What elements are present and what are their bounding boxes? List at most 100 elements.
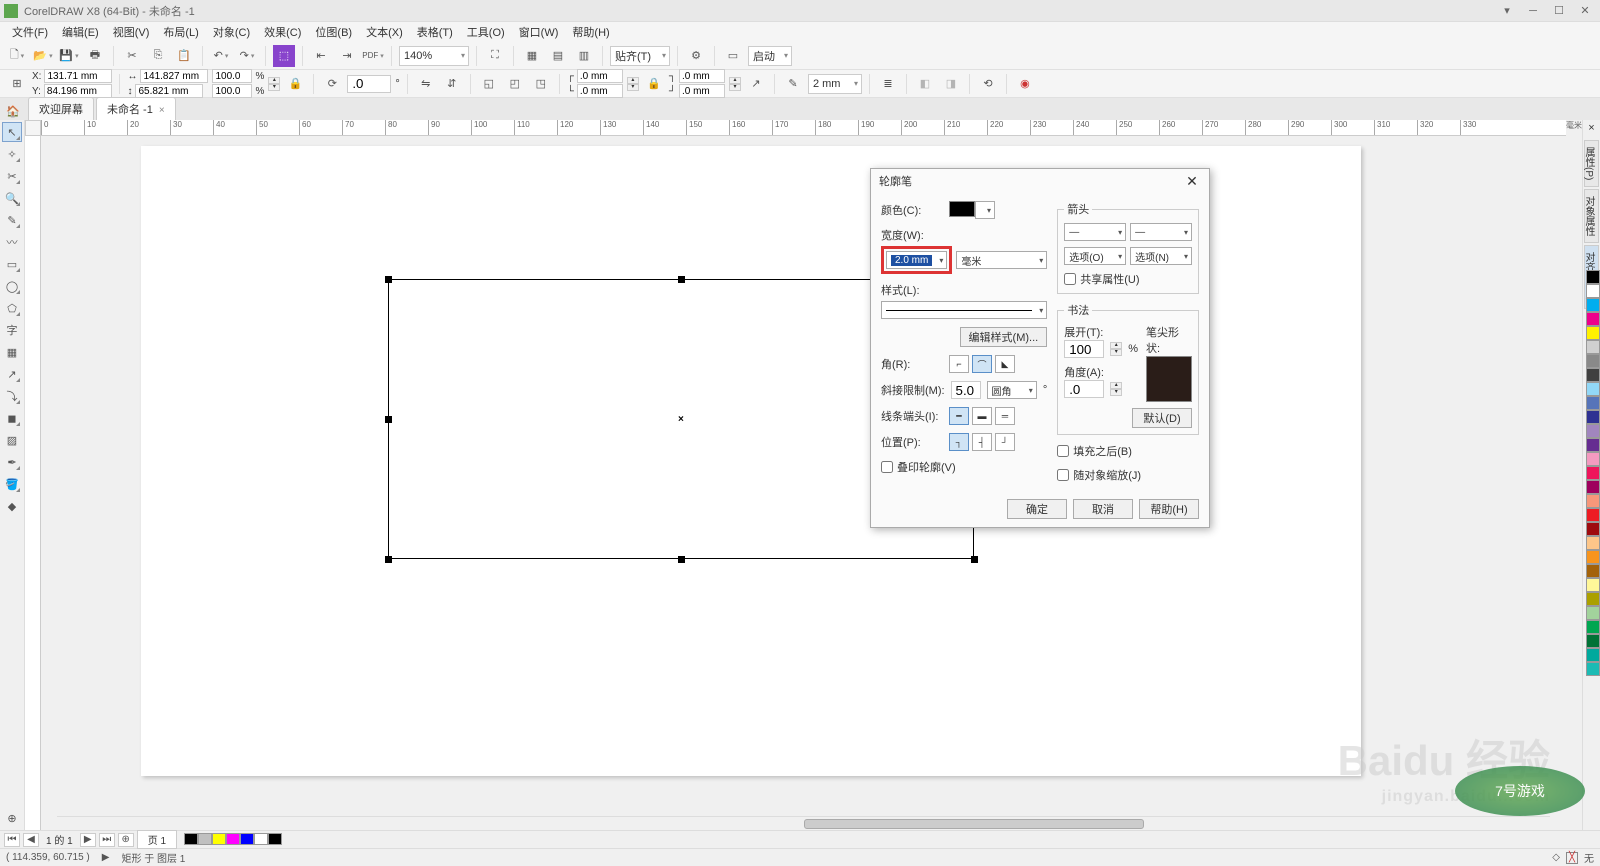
color-swatch[interactable]: [1586, 424, 1600, 438]
close-tab-icon[interactable]: ×: [159, 105, 165, 116]
handle-bm[interactable]: [678, 556, 685, 563]
rulers-button[interactable]: ▦: [521, 45, 543, 67]
mini-swatch[interactable]: [198, 833, 212, 845]
home-icon[interactable]: 🏠: [4, 102, 22, 120]
color-swatch[interactable]: [1586, 298, 1600, 312]
corner-round-button[interactable]: ◱: [478, 73, 500, 95]
dropdown-icon[interactable]: ▾: [1496, 3, 1518, 19]
canvas[interactable]: ×: [41, 136, 1566, 830]
corner-miter-button[interactable]: ⌐: [949, 355, 969, 373]
color-swatch[interactable]: [1586, 396, 1600, 410]
menu-bitmaps[interactable]: 位图(B): [309, 22, 358, 42]
page-first-button[interactable]: ⏮: [4, 833, 20, 847]
help-button[interactable]: 帮助(H): [1139, 499, 1199, 519]
save-button[interactable]: 💾: [58, 45, 80, 67]
behind-checkbox[interactable]: [1057, 445, 1069, 457]
relative-corner-button[interactable]: ↗: [745, 73, 767, 95]
edit-style-button[interactable]: 编辑样式(M)...: [960, 327, 1048, 347]
miter-input[interactable]: [951, 381, 981, 399]
color-swatch[interactable]: [1586, 494, 1600, 508]
menu-text[interactable]: 文本(X): [360, 22, 409, 42]
close-button[interactable]: ✕: [1574, 3, 1596, 19]
smart-fill-tool[interactable]: ◆: [2, 496, 22, 516]
corner1-input[interactable]: [577, 69, 623, 83]
ruler-origin[interactable]: [25, 120, 41, 136]
fill-tool[interactable]: 🪣: [2, 474, 22, 494]
color-swatch[interactable]: [1586, 368, 1600, 382]
color-swatch[interactable]: [1586, 452, 1600, 466]
color-swatch[interactable]: [1586, 592, 1600, 606]
cancel-button[interactable]: 取消: [1073, 499, 1133, 519]
mini-swatch[interactable]: [254, 833, 268, 845]
corner-spinner-2[interactable]: ▴▾: [729, 77, 741, 91]
front-button[interactable]: ◧: [914, 73, 936, 95]
color-swatch[interactable]: [1586, 662, 1600, 676]
angle-spinner[interactable]: ▴▾: [1110, 382, 1122, 396]
scrollbar-thumb[interactable]: [804, 819, 1144, 829]
minimize-button[interactable]: ─: [1522, 3, 1544, 19]
print-button[interactable]: 🖶: [84, 45, 106, 67]
color-swatch[interactable]: [1586, 438, 1600, 452]
corner-lock-button[interactable]: 🔒: [643, 73, 665, 95]
page-last-button[interactable]: ⏭: [99, 833, 115, 847]
pick-tool[interactable]: ↖: [2, 122, 22, 142]
docker-hints[interactable]: 属性(P): [1584, 140, 1599, 187]
unit-combo[interactable]: 毫米: [956, 251, 1047, 269]
corner-scallop-button[interactable]: ◰: [504, 73, 526, 95]
export-button[interactable]: ⇥: [336, 45, 358, 67]
arrow-start-combo[interactable]: —: [1064, 223, 1126, 241]
y-input[interactable]: [44, 84, 112, 98]
handle-bl[interactable]: [385, 556, 392, 563]
color-swatch[interactable]: [1586, 270, 1600, 284]
ruler-vertical[interactable]: [25, 136, 41, 830]
menu-file[interactable]: 文件(F): [6, 22, 54, 42]
page-tab-1[interactable]: 页 1: [137, 830, 177, 849]
handle-tm[interactable]: [678, 276, 685, 283]
color-swatch[interactable]: [1586, 620, 1600, 634]
undo-button[interactable]: ↶: [210, 45, 232, 67]
artistic-media-tool[interactable]: 〰: [2, 232, 22, 252]
color-swatch[interactable]: [1586, 522, 1600, 536]
color-swatch[interactable]: [1586, 410, 1600, 424]
corner-bevel-button[interactable]: ◣: [995, 355, 1015, 373]
color-swatch[interactable]: [1586, 550, 1600, 564]
no-fill-icon[interactable]: ╳: [1566, 852, 1578, 864]
ok-button[interactable]: 确定: [1007, 499, 1067, 519]
color-swatch[interactable]: [1586, 326, 1600, 340]
ruler-horizontal[interactable]: 0102030405060708090100110120130140150160…: [41, 120, 1566, 136]
color-well[interactable]: [949, 201, 975, 217]
pdf-button[interactable]: PDF: [362, 45, 384, 67]
docker-object-props[interactable]: 对象属性: [1584, 189, 1599, 243]
cut-button[interactable]: ✂: [121, 45, 143, 67]
stretch-input[interactable]: [1064, 340, 1104, 358]
menu-view[interactable]: 视图(V): [107, 22, 156, 42]
color-swatch[interactable]: [1586, 536, 1600, 550]
cap-square-button[interactable]: ═: [995, 407, 1015, 425]
handle-ml[interactable]: [385, 416, 392, 423]
color-swatch[interactable]: [1586, 312, 1600, 326]
ellipse-tool[interactable]: ◯: [2, 276, 22, 296]
scale-checkbox[interactable]: [1057, 469, 1069, 481]
color-swatch[interactable]: [1586, 466, 1600, 480]
search-button[interactable]: ⬚: [273, 45, 295, 67]
corner-spinner-1[interactable]: ▴▾: [627, 77, 639, 91]
grid-button[interactable]: ▤: [547, 45, 569, 67]
options-button[interactable]: ⚙: [685, 45, 707, 67]
style-combo[interactable]: [881, 301, 1047, 319]
arrow-end-combo[interactable]: —: [1130, 223, 1192, 241]
color-swatch[interactable]: [1586, 508, 1600, 522]
paste-button[interactable]: 📋: [173, 45, 195, 67]
handle-br[interactable]: [971, 556, 978, 563]
record-button[interactable]: ◉: [1014, 73, 1036, 95]
mini-swatch[interactable]: [184, 833, 198, 845]
calligraphy-angle-input[interactable]: [1064, 380, 1104, 398]
pos-center-button[interactable]: ┤: [972, 433, 992, 451]
dialog-close-button[interactable]: ✕: [1183, 172, 1201, 190]
color-swatch[interactable]: [1586, 382, 1600, 396]
color-swatch[interactable]: [1586, 340, 1600, 354]
redo-button[interactable]: ↷: [236, 45, 258, 67]
tab-document[interactable]: 未命名 -1×: [96, 97, 176, 120]
connector-tool[interactable]: ⤵: [2, 386, 22, 406]
fill-indicator-icon[interactable]: ◇: [1552, 852, 1560, 863]
polygon-tool[interactable]: ⬠: [2, 298, 22, 318]
